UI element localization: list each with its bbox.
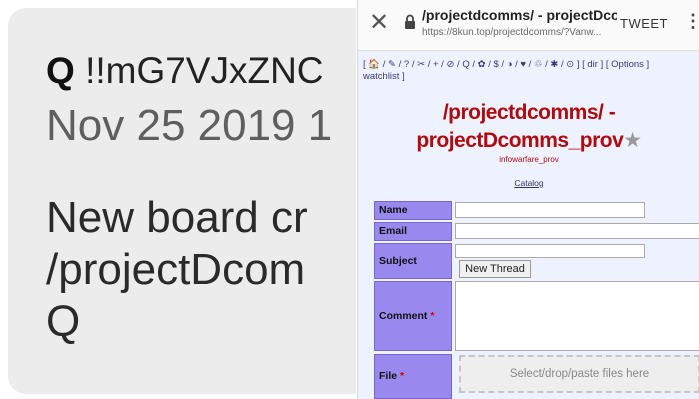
email-label: Email (374, 222, 452, 241)
catalog-link[interactable]: Catalog (358, 178, 699, 188)
comment-label: Comment * (374, 281, 452, 351)
board-subtitle: infowarfare_prov (499, 155, 559, 164)
post-body: New board cr /projectDcom Q (46, 192, 308, 348)
board-title: /projectdcomms/ - projectDcomms_prov★ (358, 99, 699, 155)
board-list-line[interactable]: watchlist ] (363, 71, 699, 83)
tweet-button[interactable]: TWEET (620, 16, 668, 31)
new-thread-button[interactable]: New Thread (459, 260, 531, 278)
subject-label: Subject (374, 243, 452, 279)
comment-label-text: Comment (379, 310, 428, 322)
post-body-line: Q (46, 297, 81, 346)
page-title: /projectdcomms/ - projectDco... (422, 7, 617, 23)
more-options-icon[interactable]: ⋮ (684, 12, 699, 30)
post-card: Q !!mG7VJxZNC Nov 25 2019 1 New board cr… (8, 8, 356, 394)
board-list-nav[interactable]: [ 🏠 / ✎ / ? / ✂ / + / ⊘ / Q / ✿ / $ / ◑ … (363, 59, 699, 83)
post-tripcode: !!mG7VJxZNC (85, 50, 324, 91)
comment-textarea[interactable] (455, 281, 699, 351)
email-input[interactable] (455, 223, 699, 239)
subject-label-text: Subject (379, 255, 417, 267)
file-label-text: File (379, 370, 398, 382)
lock-icon (405, 14, 415, 29)
post-header: Q !!mG7VJxZNC (46, 48, 324, 94)
post-date: Nov 25 2019 1 (46, 101, 333, 150)
favorite-star-icon[interactable]: ★ (623, 129, 642, 152)
page-url[interactable]: https://8kun.top/projectdcomms/?Vanw... (422, 27, 617, 38)
subject-input[interactable] (455, 244, 645, 258)
post-body-line: New board cr (46, 193, 308, 242)
name-label: Name (374, 201, 452, 220)
email-label-text: Email (379, 225, 408, 237)
file-label: File * (374, 354, 452, 399)
board-list-line[interactable]: [ 🏠 / ✎ / ? / ✂ / + / ⊘ / Q / ✿ / $ / ◑ … (363, 59, 699, 71)
board-title-text: projectDcomms_prov (416, 129, 624, 152)
required-marker: * (430, 310, 435, 322)
name-input[interactable] (455, 202, 645, 218)
browser-toolbar: ✕ /projectdcomms/ - projectDco... https:… (358, 0, 699, 51)
file-dropzone[interactable]: Select/drop/paste files here (459, 355, 699, 393)
name-label-text: Name (379, 204, 408, 216)
required-marker: * (400, 370, 405, 382)
post-body-line: /projectDcom (46, 245, 306, 294)
board-title-line: /projectdcomms/ - (442, 101, 616, 124)
q-post-panel: Q !!mG7VJxZNC Nov 25 2019 1 New board cr… (0, 0, 356, 399)
close-icon[interactable]: ✕ (366, 10, 392, 36)
post-author: Q (46, 50, 75, 91)
browser-panel: ✕ /projectdcomms/ - projectDco... https:… (357, 0, 699, 399)
board-page: [ 🏠 / ✎ / ? / ✂ / + / ⊘ / Q / ✿ / $ / ◑ … (358, 51, 699, 399)
board-title-line: projectDcomms_prov★ (358, 127, 699, 155)
